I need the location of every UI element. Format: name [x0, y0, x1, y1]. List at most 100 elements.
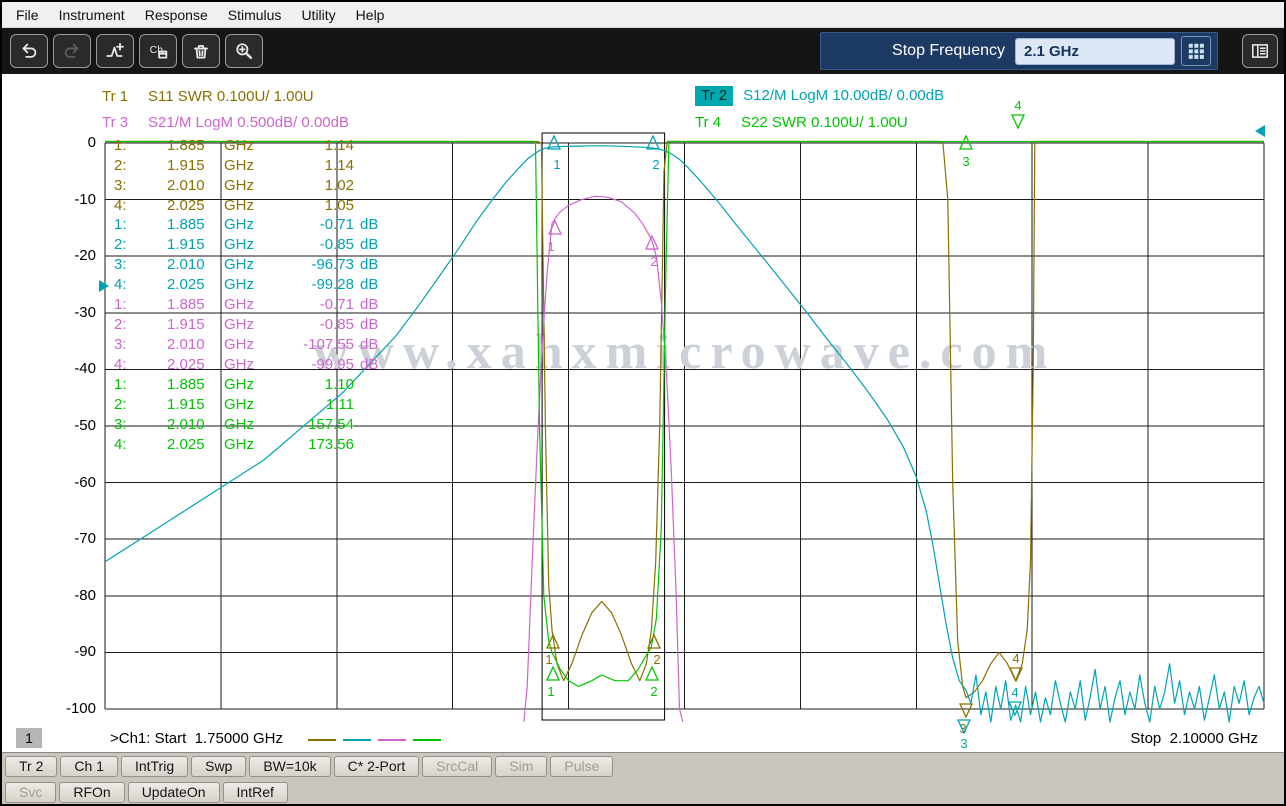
svg-text:4: 4	[1011, 685, 1018, 700]
trace-1-label[interactable]: Tr 1	[102, 88, 138, 105]
marker-readout: 1:1.885GHz-0.71dB	[112, 215, 388, 235]
add-channel-button[interactable]: Ch	[139, 34, 177, 68]
stop-frequency-value: 2.1 GHz	[1024, 43, 1079, 60]
toolbar: Ch Stop Frequency 2.1 GHz	[2, 28, 1284, 74]
marker-readout: 3:2.010GHz1.02	[112, 176, 388, 196]
softkey-inttrig[interactable]: IntTrig	[121, 756, 188, 777]
svg-text:4: 4	[1014, 98, 1021, 113]
svg-text:2: 2	[650, 684, 657, 699]
svg-text:4: 4	[1012, 651, 1019, 666]
toolbar-left-group: Ch	[10, 34, 263, 68]
softkey-bw-10k[interactable]: BW=10k	[249, 756, 330, 777]
zoom-icon	[234, 41, 254, 61]
menu-response[interactable]: Response	[135, 4, 218, 26]
y-axis-label: -40	[32, 360, 96, 377]
y-axis-label: -10	[32, 191, 96, 208]
y-axis-label: -100	[32, 700, 96, 717]
trace-2-format: S12/M LogM 10.00dB/ 0.00dB	[743, 87, 944, 104]
marker-readout: 1:1.885GHz1.14	[112, 136, 388, 156]
layout-button[interactable]	[1242, 34, 1278, 68]
redo-icon	[62, 41, 82, 61]
delete-button[interactable]	[182, 34, 220, 68]
vna-application-window: FileInstrumentResponseStimulusUtilityHel…	[0, 0, 1286, 806]
softkey-tr-2[interactable]: Tr 2	[5, 756, 57, 777]
y-axis-label: -70	[32, 530, 96, 547]
softkey-intref[interactable]: IntRef	[223, 782, 288, 803]
trace-3-color-key	[378, 739, 406, 741]
y-axis-label: 0	[32, 134, 96, 151]
status-row-2: SvcRFOnUpdateOnIntRef	[2, 779, 1284, 805]
marker-readout: 3:2.010GHz157.54	[112, 415, 388, 435]
trace-3-format: S21/M LogM 0.500dB/ 0.00dB	[148, 114, 349, 131]
marker-readout: 1:1.885GHz1.10	[112, 375, 388, 395]
marker-readout: 2:1.915GHz-0.85dB	[112, 315, 388, 335]
add-marker-button[interactable]	[96, 34, 134, 68]
trace-4-label[interactable]: Tr 4	[695, 114, 731, 131]
menu-help[interactable]: Help	[346, 4, 395, 26]
y-axis-label: -30	[32, 304, 96, 321]
status-bar: Tr 2Ch 1IntTrigSwpBW=10kC* 2-PortSrcCalS…	[2, 752, 1284, 804]
svg-text:3: 3	[960, 736, 967, 751]
svg-text:1: 1	[553, 157, 560, 172]
trace-3-legend: Tr 3 S21/M LogM 0.500dB/ 0.00dB	[102, 114, 349, 131]
softkey-srccal[interactable]: SrcCal	[422, 756, 492, 777]
svg-text:2: 2	[653, 652, 660, 667]
svg-text:1: 1	[547, 684, 554, 699]
trace-3-label[interactable]: Tr 3	[102, 114, 138, 131]
marker-readout: 4:2.025GHz-99.28dB	[112, 275, 388, 295]
stop-frequency-input[interactable]: 2.1 GHz	[1015, 38, 1175, 65]
trace-2-label[interactable]: Tr 2	[695, 86, 733, 106]
undo-button[interactable]	[10, 34, 48, 68]
y-axis-label: -90	[32, 643, 96, 660]
svg-text:1: 1	[547, 239, 554, 254]
start-frequency-readout: >Ch1: Start 1.75000 GHz	[110, 730, 283, 747]
y-axis-label: -20	[32, 247, 96, 264]
softkey-c-2-port[interactable]: C* 2-Port	[334, 756, 420, 777]
trace-4-legend: Tr 4 S22 SWR 0.100U/ 1.00U	[695, 114, 908, 131]
stop-frequency-panel: Stop Frequency 2.1 GHz	[820, 32, 1218, 70]
stop-frequency-label: Stop Frequency	[821, 42, 1015, 60]
y-axis-label: -80	[32, 587, 96, 604]
marker-readout: 4:2.025GHz-99.95dB	[112, 355, 388, 375]
undo-icon	[19, 41, 39, 61]
marker-readout: 2:1.915GHz-0.85dB	[112, 235, 388, 255]
marker-readout: 4:2.025GHz1.05	[112, 196, 388, 216]
marker-readout: 2:1.915GHz1.14	[112, 156, 388, 176]
softkey-rfon[interactable]: RFOn	[59, 782, 124, 803]
trace-2-legend: Tr 2 S12/M LogM 10.00dB/ 0.00dB	[695, 86, 944, 106]
menu-instrument[interactable]: Instrument	[49, 4, 135, 26]
trace-4-color-key	[413, 739, 441, 741]
menu-file[interactable]: File	[6, 4, 49, 26]
marker-readout: 3:2.010GHz-96.73dB	[112, 255, 388, 275]
trace-2-color-key	[343, 739, 371, 741]
softkey-sim[interactable]: Sim	[495, 756, 547, 777]
svg-text:3: 3	[962, 154, 969, 169]
y-axis-label: -50	[32, 417, 96, 434]
keypad-icon	[1186, 41, 1206, 61]
add-marker-icon	[105, 41, 125, 61]
svg-text:1: 1	[545, 652, 552, 667]
softkey-swp[interactable]: Swp	[191, 756, 246, 777]
zoom-button[interactable]	[225, 34, 263, 68]
trace-1-color-key	[308, 739, 336, 741]
marker-readout: 3:2.010GHz-107.55dB	[112, 335, 388, 355]
softkey-ch-1[interactable]: Ch 1	[60, 756, 118, 777]
menu-stimulus[interactable]: Stimulus	[218, 4, 292, 26]
svg-text:2: 2	[650, 254, 657, 269]
channel-indicator[interactable]: 1	[16, 728, 42, 748]
trace-4-format: S22 SWR 0.100U/ 1.00U	[741, 114, 908, 131]
stop-frequency-readout: Stop 2.10000 GHz	[1130, 730, 1258, 747]
delete-icon	[191, 41, 211, 61]
menu-bar: FileInstrumentResponseStimulusUtilityHel…	[2, 2, 1284, 28]
trace-1-legend: Tr 1S11 SWR 0.100U/ 1.00U	[102, 88, 314, 105]
marker-readout: 1:1.885GHz-0.71dB	[112, 295, 388, 315]
softkey-updateon[interactable]: UpdateOn	[128, 782, 220, 803]
redo-button[interactable]	[53, 34, 91, 68]
menu-utility[interactable]: Utility	[291, 4, 345, 26]
keypad-button[interactable]	[1181, 36, 1211, 66]
softkey-pulse[interactable]: Pulse	[550, 756, 613, 777]
svg-text:2: 2	[652, 157, 659, 172]
status-row-1: Tr 2Ch 1IntTrigSwpBW=10kC* 2-PortSrcCalS…	[2, 753, 1284, 779]
softkey-svc[interactable]: Svc	[5, 782, 56, 803]
layout-icon	[1250, 41, 1270, 61]
